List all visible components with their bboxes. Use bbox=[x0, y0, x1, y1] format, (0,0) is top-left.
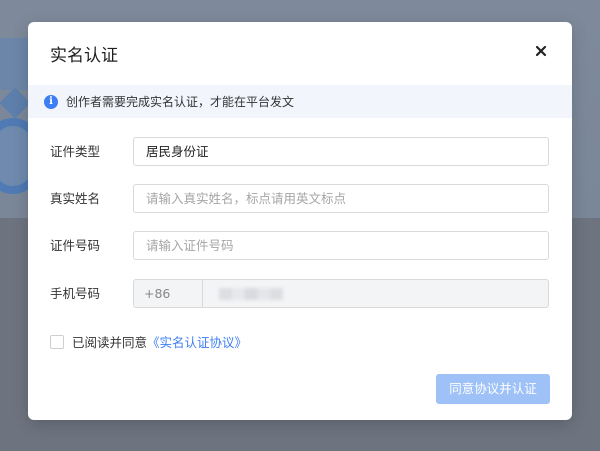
id-type-select[interactable]: 居民身份证 bbox=[133, 137, 549, 166]
submit-button[interactable]: 同意协议并认证 bbox=[436, 374, 550, 404]
verification-modal: 实名认证 i 创作者需要完成实名认证，才能在平台发文 证件类型 居民身份证 真实… bbox=[28, 22, 572, 420]
real-name-input[interactable]: 请输入真实姓名，标点请用英文标点 bbox=[133, 184, 549, 213]
agreement-row: 已阅读并同意 《实名认证协议》 bbox=[50, 332, 247, 351]
agreement-checkbox[interactable] bbox=[50, 334, 64, 349]
id-type-row: 证件类型 居民身份证 bbox=[28, 137, 572, 167]
close-button[interactable] bbox=[534, 44, 548, 58]
phone-row: 手机号码 +86 bbox=[28, 279, 572, 309]
info-icon: i bbox=[44, 94, 58, 109]
phone-input bbox=[202, 279, 549, 308]
real-name-label: 真实姓名 bbox=[50, 191, 101, 206]
agreement-link[interactable]: 《实名认证协议》 bbox=[147, 332, 247, 351]
phone-country-code: +86 bbox=[133, 279, 203, 308]
id-number-input[interactable]: 请输入证件号码 bbox=[133, 231, 549, 260]
real-name-row: 真实姓名 请输入真实姓名，标点请用英文标点 bbox=[28, 184, 572, 214]
id-number-label: 证件号码 bbox=[50, 238, 101, 253]
id-number-row: 证件号码 请输入证件号码 bbox=[28, 231, 572, 261]
close-icon bbox=[535, 45, 547, 57]
modal-title: 实名认证 bbox=[50, 46, 118, 66]
notice-text: 创作者需要完成实名认证，才能在平台发文 bbox=[66, 95, 295, 109]
notice-banner: i 创作者需要完成实名认证，才能在平台发文 bbox=[28, 85, 572, 118]
agreement-text: 已阅读并同意 bbox=[72, 335, 148, 350]
phone-number-masked bbox=[219, 288, 283, 300]
id-type-label: 证件类型 bbox=[50, 144, 101, 159]
phone-label: 手机号码 bbox=[50, 286, 101, 301]
